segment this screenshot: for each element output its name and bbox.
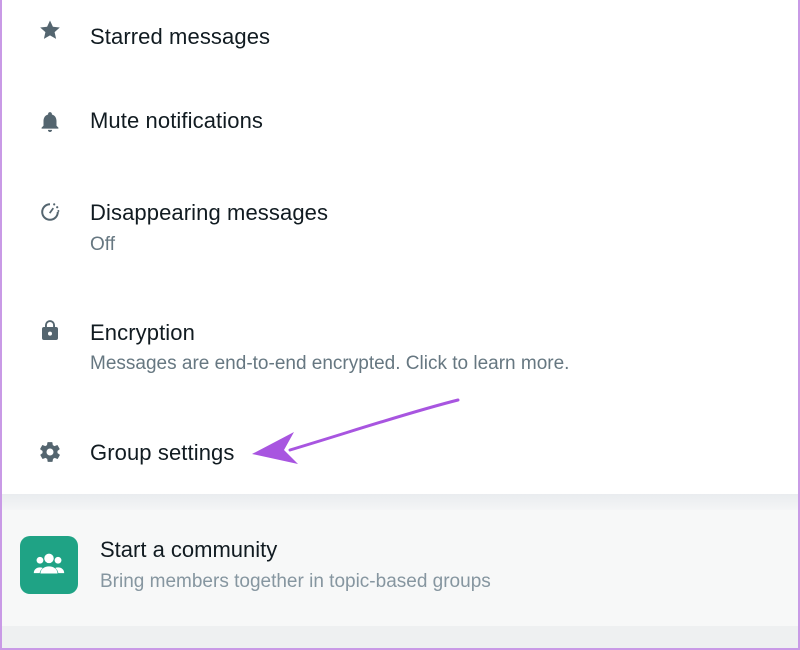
community-group-icon <box>20 536 78 594</box>
gear-icon <box>36 438 64 466</box>
encryption-item[interactable]: Encryption Messages are end-to-end encry… <box>2 310 798 382</box>
start-community-description: Bring members together in topic-based gr… <box>100 571 491 592</box>
starred-messages-label: Starred messages <box>90 24 271 49</box>
star-icon <box>36 16 64 44</box>
mute-notifications-item[interactable]: Mute notifications <box>2 100 798 150</box>
start-community-item[interactable]: Start a community Bring members together… <box>2 510 798 626</box>
lock-icon <box>36 316 64 344</box>
bottom-strip <box>2 626 798 650</box>
encryption-description: Messages are end-to-end encrypted. Click… <box>90 353 570 374</box>
annotation-arrow <box>252 398 460 464</box>
mute-notifications-label: Mute notifications <box>90 108 263 133</box>
starred-messages-item[interactable]: Starred messages <box>2 8 798 58</box>
start-community-label: Start a community <box>100 537 278 562</box>
disappearing-messages-label: Disappearing messages <box>90 200 329 225</box>
disappearing-messages-item[interactable]: Disappearing messages Off <box>2 192 798 264</box>
section-divider <box>2 494 798 510</box>
group-settings-label: Group settings <box>90 440 235 465</box>
timer-icon <box>36 198 64 226</box>
encryption-label: Encryption <box>90 320 195 345</box>
bell-icon <box>36 108 64 136</box>
disappearing-messages-value: Off <box>90 234 115 255</box>
